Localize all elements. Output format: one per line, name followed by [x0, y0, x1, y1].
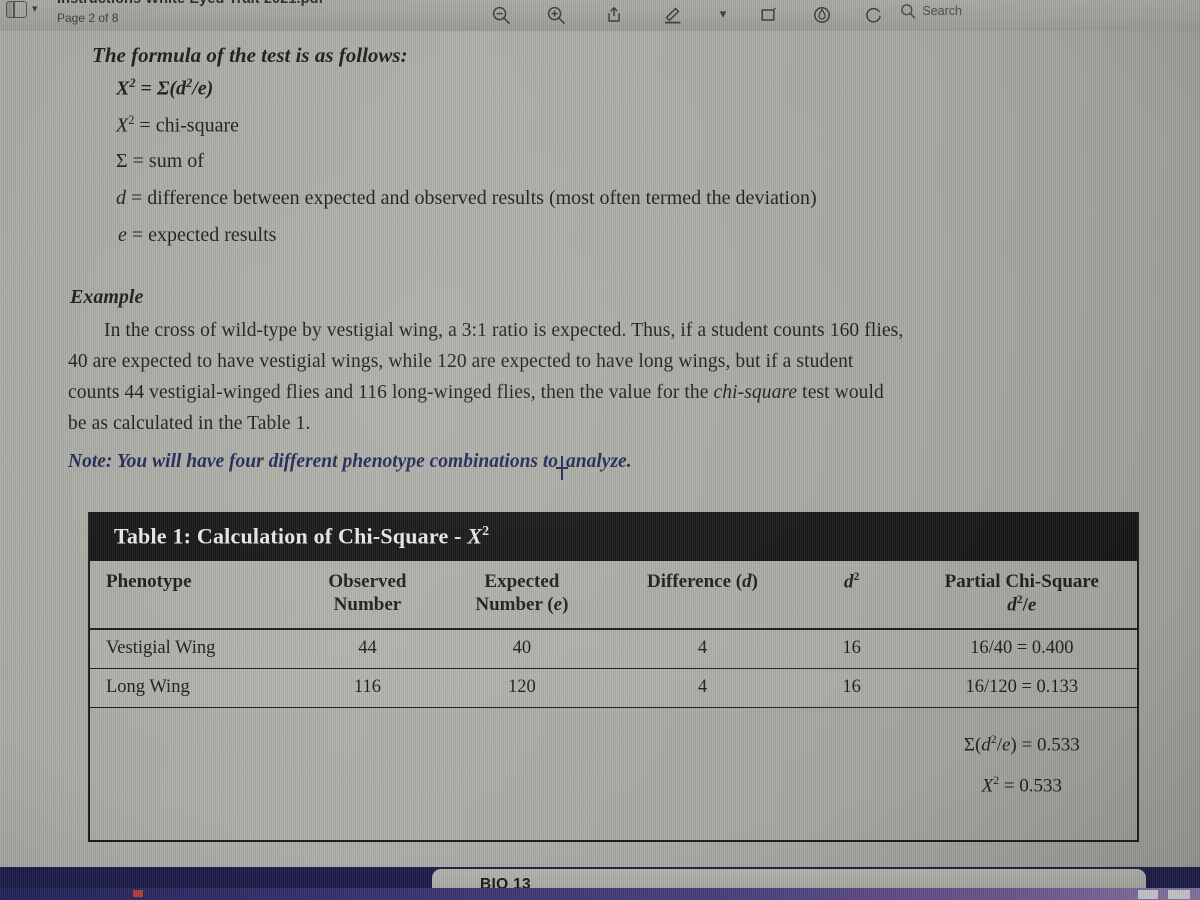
cell-observed: 116	[299, 668, 436, 708]
formula-line-4: d = difference between expected and obse…	[116, 187, 817, 209]
cell-d-squared: 16	[796, 668, 907, 708]
th-phenotype: Phenotype	[90, 561, 300, 630]
cell-phenotype: Long Wing	[90, 668, 300, 708]
cell-expected: 40	[435, 628, 609, 669]
example-paragraph-line-3: counts 44 vestigial-winged flies and 116…	[68, 382, 884, 403]
table-title: Table 1: Calculation of Chi-Square - X2	[114, 523, 490, 549]
desktop-window-marker-2	[1168, 890, 1190, 899]
th-expected-number: Expected Number (e)	[435, 561, 609, 630]
th-d-squared: d2	[796, 561, 907, 630]
spacer-cell	[90, 806, 1137, 840]
th-partial-chi-square: Partial Chi-Square d2/e	[906, 561, 1137, 630]
pdf-page: The formula of the test is as follows: X…	[0, 31, 1200, 867]
th-observed-number: Observed Number	[299, 561, 436, 630]
summary-blank	[90, 766, 907, 806]
cell-difference: 4	[608, 628, 797, 669]
page-indicator: Page 2 of 8	[57, 11, 119, 25]
table-summary-row: X2 = 0.533	[90, 766, 1137, 806]
cell-difference: 4	[608, 668, 797, 708]
share-icon[interactable]	[602, 3, 626, 27]
table: Phenotype Observed Number Expected Number …	[90, 561, 1137, 840]
document-title: Instructions White Eyed Trait 2021.pdf	[57, 0, 323, 7]
chi-square-table: Table 1: Calculation of Chi-Square - X2 …	[88, 512, 1139, 842]
shape-rectangle-icon[interactable]	[756, 3, 780, 27]
th-difference: Difference (d)	[608, 561, 797, 630]
markup-pen-icon[interactable]	[661, 3, 685, 27]
formula-heading: The formula of the test is as follows:	[92, 43, 408, 67]
table-spacer-row	[90, 806, 1137, 840]
table-row: Vestigial Wing 44 40 4 16 16/40 = 0.400	[90, 628, 1137, 669]
highlight-icon[interactable]	[810, 3, 834, 27]
chevron-down-icon[interactable]: ▾	[32, 3, 38, 14]
table-spacer-row	[90, 707, 1137, 725]
cell-partial-chi-square: 16/120 = 0.133	[906, 668, 1137, 708]
example-paragraph-line-1: In the cross of wild-type by vestigial w…	[104, 320, 904, 341]
example-paragraph-line-4: be as calculated in the Table 1.	[68, 413, 311, 434]
desktop-icon-marker	[133, 890, 143, 897]
sidebar-toggle-button[interactable]: ▾	[6, 1, 38, 18]
rotate-icon[interactable]	[862, 3, 886, 27]
cell-expected: 120	[435, 668, 609, 708]
cell-partial-chi-square: 16/40 = 0.400	[906, 628, 1137, 669]
search-placeholder: Search	[922, 4, 962, 18]
desktop-background-strip	[0, 888, 1200, 900]
table-row: Long Wing 116 120 4 16 16/120 = 0.133	[90, 668, 1137, 708]
cell-d-squared: 16	[796, 628, 907, 669]
cell-observed: 44	[299, 628, 436, 669]
formula-line-5: e = expected results	[118, 224, 277, 246]
sidebar-icon	[6, 1, 27, 18]
spacer-cell	[90, 707, 1137, 725]
zoom-out-icon[interactable]	[489, 3, 513, 27]
note-line: Note: You will have four different pheno…	[68, 451, 632, 480]
table-title-bar: Table 1: Calculation of Chi-Square - X2	[90, 512, 1137, 561]
note-suffix: analyze.	[566, 451, 632, 472]
example-paragraph-line-2: 40 are expected to have vestigial wings,…	[68, 351, 854, 372]
pdf-viewer-toolbar: ▾ Instructions White Eyed Trait 2021.pdf…	[0, 0, 1200, 31]
table-head: Phenotype Observed Number Expected Number …	[90, 561, 1137, 630]
note-prefix: Note: You will have four different pheno…	[68, 451, 559, 472]
table-summary-row: Σ(d2/e) = 0.533	[90, 725, 1137, 765]
markup-chevron-down-icon[interactable]: ▾	[711, 3, 735, 27]
cell-phenotype: Vestigial Wing	[90, 628, 300, 669]
summary-sum-partial: Σ(d2/e) = 0.533	[963, 733, 1080, 756]
formula-line-3: Σ = sum of	[116, 150, 204, 172]
formula-line-2: X2 = chi-square	[116, 113, 239, 137]
formula-line-1: X2 = Σ(d2/e)	[116, 76, 214, 100]
search-icon	[901, 4, 916, 19]
table-body: Vestigial Wing 44 40 4 16 16/40 = 0.400 …	[90, 628, 1137, 840]
summary-blank	[90, 725, 907, 765]
desktop-window-marker-1	[1138, 890, 1158, 899]
screen-photo: ▾ Instructions White Eyed Trait 2021.pdf…	[0, 0, 1200, 900]
example-heading: Example	[70, 286, 144, 308]
table-header-row: Phenotype Observed Number Expected Number …	[90, 561, 1137, 630]
search-field[interactable]: Search	[900, 3, 962, 19]
summary-chi-square: X2 = 0.533	[981, 773, 1063, 796]
zoom-in-icon[interactable]	[544, 3, 568, 27]
